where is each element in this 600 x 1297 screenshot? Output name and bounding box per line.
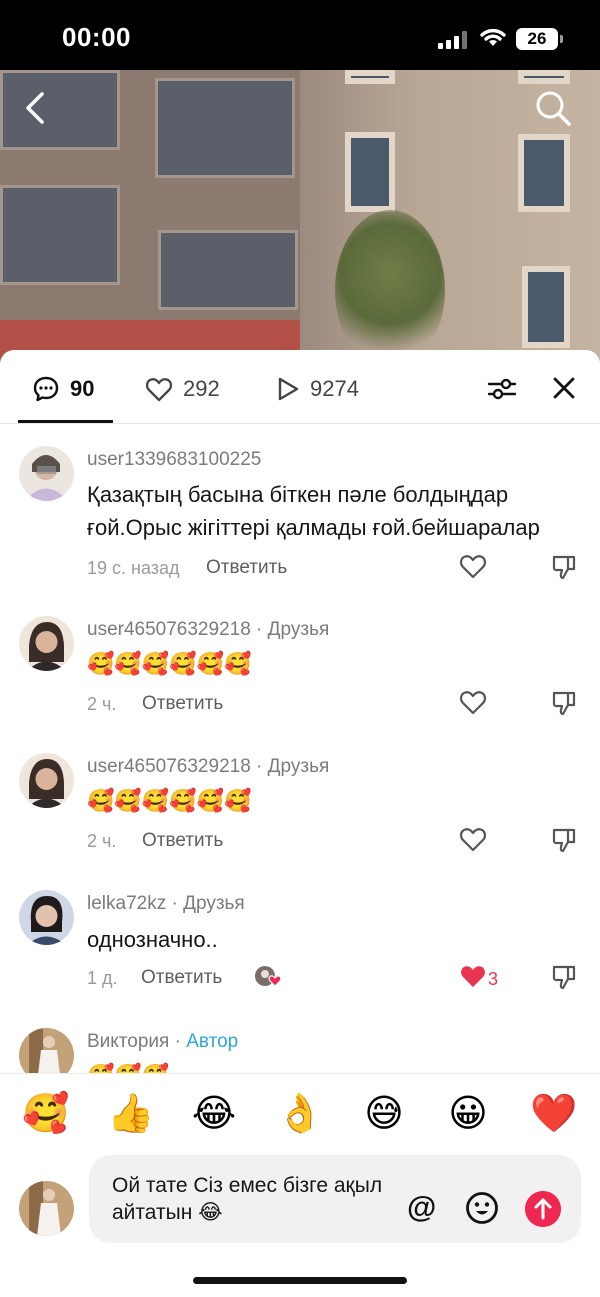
back-arrow-icon[interactable] xyxy=(20,90,50,126)
heart-liked-icon[interactable] xyxy=(459,963,487,989)
building-window xyxy=(345,70,395,84)
comment-username[interactable]: user465076329218 · Друзья xyxy=(87,756,329,778)
comment-input[interactable]: Ой тате Сіз емес бізге ақыл айтатын 😂 @ xyxy=(89,1155,581,1243)
battery-icon: 26 xyxy=(516,28,563,50)
building-window xyxy=(518,70,570,84)
avatar[interactable] xyxy=(19,1028,74,1073)
reaction-ok-hand[interactable]: 👌 xyxy=(276,1090,323,1136)
wifi-icon xyxy=(480,28,506,46)
reaction-sweat-smile[interactable]: 😅 xyxy=(361,1090,407,1136)
building-window xyxy=(345,132,395,212)
comment-text: однозначно.. xyxy=(87,927,218,952)
comment-username[interactable]: Виктория · Автор xyxy=(87,1031,238,1053)
avatar[interactable] xyxy=(19,753,74,808)
filter-icon[interactable] xyxy=(487,374,517,404)
my-avatar xyxy=(19,1181,74,1236)
status-time: 00:00 xyxy=(62,22,131,52)
tab-views[interactable]: 9274 xyxy=(276,374,359,404)
signal-icon xyxy=(438,31,468,49)
heart-icon[interactable] xyxy=(459,689,487,715)
avatar[interactable] xyxy=(19,446,74,501)
tree xyxy=(335,210,445,370)
comment-username[interactable]: lelka72kz · Друзья xyxy=(87,893,245,915)
dislike-icon[interactable] xyxy=(551,827,577,853)
building-window xyxy=(518,134,570,212)
reaction-grinning[interactable]: 😀 xyxy=(445,1090,491,1136)
reaction-tears-of-joy[interactable]: 😂 xyxy=(191,1090,237,1136)
comment-username[interactable]: user1339683100225 xyxy=(87,449,261,471)
home-indicator xyxy=(193,1277,407,1284)
comment-text: 🥰🥰🥰🥰🥰🥰 xyxy=(87,789,252,814)
comment-time: 2 ч. xyxy=(87,831,117,851)
comment-item: Виктория · Автор 🥰🥰🥰 xyxy=(0,1028,600,1073)
views-count: 9274 xyxy=(310,376,359,401)
search-icon[interactable] xyxy=(534,89,572,127)
smile-icon[interactable] xyxy=(465,1191,499,1225)
play-icon xyxy=(278,377,299,401)
comment-item: lelka72kz · Друзья однозначно.. 1 д. Отв… xyxy=(0,890,600,1000)
building-window xyxy=(158,230,298,310)
heart-icon[interactable] xyxy=(459,553,487,579)
comment-item: user465076329218 · Друзья 🥰🥰🥰🥰🥰🥰 2 ч. От… xyxy=(0,753,600,863)
reply-button[interactable]: Ответить xyxy=(142,693,223,715)
comment-time: 19 с. назад xyxy=(87,558,180,578)
video-background[interactable] xyxy=(0,70,600,370)
reaction-smiling-hearts[interactable]: 🥰 xyxy=(22,1090,69,1136)
like-count: 3 xyxy=(488,969,499,989)
reply-button[interactable]: Ответить xyxy=(142,830,223,852)
tab-likes[interactable]: 292 xyxy=(145,374,220,404)
reply-button[interactable]: Ответить xyxy=(141,967,222,989)
reply-button[interactable]: Ответить xyxy=(206,557,287,579)
comment-time: 2 ч. xyxy=(87,694,117,714)
likes-count: 292 xyxy=(183,376,220,401)
comment-time: 1 д. xyxy=(87,968,118,988)
comment-input-text[interactable]: Ой тате Сіз емес бізге ақыл айтатын 😂 xyxy=(112,1172,402,1226)
comment-bubble-icon xyxy=(33,376,59,402)
tab-comments[interactable]: 90 xyxy=(32,374,94,404)
reaction-bar: 🥰 👍 😂 👌 😅 😀 ❤️ xyxy=(0,1073,600,1153)
dislike-icon[interactable] xyxy=(551,964,577,990)
sheet-tabs: 90 292 9274 xyxy=(0,350,600,424)
comment-item: user1339683100225 Қазақтың басына біткен… xyxy=(0,446,600,586)
comment-username[interactable]: user465076329218 · Друзья xyxy=(87,619,329,641)
avatar[interactable] xyxy=(19,890,74,945)
comment-item: user465076329218 · Друзья 🥰🥰🥰🥰🥰🥰 2 ч. От… xyxy=(0,616,600,726)
heart-icon[interactable] xyxy=(459,826,487,852)
building-window xyxy=(0,185,120,285)
comments-count: 90 xyxy=(70,376,95,401)
mention-button[interactable]: @ xyxy=(407,1191,436,1225)
status-bar: 00:00 26 xyxy=(0,0,600,70)
comment-text: Қазақтың басына біткен пәле болдыңдар ғо… xyxy=(87,482,540,540)
building-window xyxy=(0,70,120,150)
dislike-icon[interactable] xyxy=(551,690,577,716)
building-window xyxy=(522,266,570,348)
reaction-heart[interactable]: ❤️ xyxy=(530,1090,577,1136)
creator-liked-avatar xyxy=(255,966,282,987)
comment-text: 🥰🥰🥰 xyxy=(87,1060,582,1073)
comment-composer: Ой тате Сіз емес бізге ақыл айтатын 😂 @ xyxy=(0,1153,600,1297)
avatar[interactable] xyxy=(19,616,74,671)
send-arrow-icon[interactable] xyxy=(525,1191,561,1227)
tab-underline xyxy=(18,420,113,423)
heart-icon xyxy=(145,378,173,402)
reaction-thumbs-up[interactable]: 👍 xyxy=(107,1090,154,1136)
dislike-icon[interactable] xyxy=(551,554,577,580)
author-badge: Автор xyxy=(186,1031,239,1052)
comment-text: 🥰🥰🥰🥰🥰🥰 xyxy=(87,652,252,677)
building-window xyxy=(155,78,295,178)
close-icon[interactable] xyxy=(550,374,578,402)
